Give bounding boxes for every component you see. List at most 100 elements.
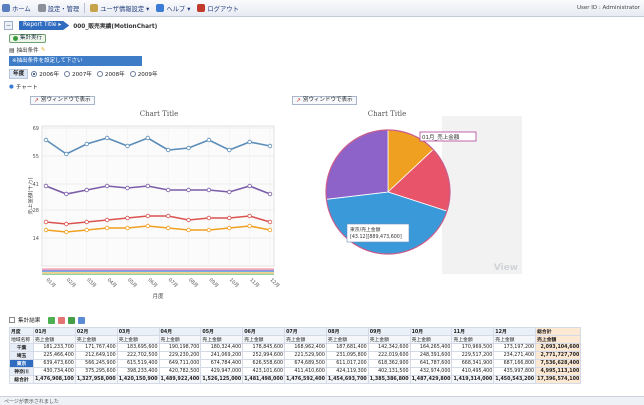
month-header: 09月 bbox=[367, 327, 411, 336]
data-point bbox=[206, 227, 212, 233]
y-tick-label: 55 bbox=[33, 154, 39, 160]
export-excel-icon[interactable] bbox=[68, 316, 76, 324]
month-header: 05月 bbox=[200, 327, 244, 336]
data-point bbox=[186, 217, 191, 223]
data-point bbox=[186, 187, 191, 193]
menu-item-4[interactable]: ログアウト bbox=[197, 4, 239, 13]
table-cell: 430,734,400 bbox=[33, 367, 76, 376]
region-name[interactable]: 東京 bbox=[9, 359, 34, 368]
y-axis-label: 売上金額(千万) bbox=[28, 177, 34, 214]
data-point bbox=[267, 143, 273, 149]
radio-circle[interactable] bbox=[64, 71, 71, 77]
table-cell: 168,962,400 bbox=[284, 343, 327, 352]
data-point bbox=[84, 141, 89, 147]
data-point bbox=[64, 221, 69, 227]
data-point bbox=[247, 223, 252, 229]
metric-header: 売上金額 bbox=[242, 335, 286, 344]
left-open-window-button[interactable]: ↗ 別ウィンドウで表示 bbox=[30, 96, 95, 105]
refresh-icon[interactable] bbox=[48, 316, 56, 324]
table-cell: 424,119,300 bbox=[325, 367, 369, 376]
report-title-tab[interactable]: Report Title ▸ bbox=[19, 21, 70, 30]
table-cell: 411,410,600 bbox=[284, 367, 327, 376]
radio-circle[interactable] bbox=[31, 71, 38, 77]
table-cell: 687,166,800 bbox=[493, 359, 537, 368]
radio-label: 2008年 bbox=[104, 72, 125, 78]
export-pdf-icon[interactable] bbox=[58, 316, 66, 324]
collapse-button[interactable]: − bbox=[4, 21, 13, 30]
data-point bbox=[64, 229, 69, 235]
data-point bbox=[227, 215, 232, 221]
total-cell: 1,419,314,000 bbox=[451, 375, 495, 384]
x-axis-label: 月度 bbox=[152, 292, 164, 300]
table-cell: 611,017,200 bbox=[325, 359, 369, 368]
year-radio-2006[interactable]: 2006年 bbox=[31, 70, 59, 78]
execute-button[interactable]: 集計実行 bbox=[9, 34, 47, 43]
total-cell: 1,487,429,800 bbox=[409, 375, 453, 384]
callout-top-label: 01月_売上金額 bbox=[422, 133, 460, 141]
year-label: 年度 bbox=[9, 69, 29, 79]
menu-item-label: ヘルプ ▾ bbox=[166, 5, 191, 13]
table-cell: 618,362,900 bbox=[367, 359, 411, 368]
print-icon[interactable] bbox=[78, 316, 86, 324]
table-cell: 566,245,900 bbox=[74, 359, 118, 368]
total-label: 総合計 bbox=[9, 375, 34, 384]
radio-circle[interactable] bbox=[96, 71, 103, 77]
table-cell: 229,230,200 bbox=[158, 351, 202, 360]
month-header: 03月 bbox=[116, 327, 160, 336]
data-point bbox=[206, 137, 212, 143]
year-radio-2008[interactable]: 2008年 bbox=[96, 70, 125, 78]
month-header: 11月 bbox=[451, 327, 495, 336]
callout-mid-value: [43.12][889,473,600] bbox=[350, 234, 402, 240]
grand-total-header: 総合計 bbox=[535, 327, 582, 336]
results-header: 集計結果 bbox=[9, 316, 86, 324]
region-name[interactable]: 千葉 bbox=[9, 343, 34, 352]
table-row: 東京 639,473,600 566,245,900 615,519,400 649,7… bbox=[9, 359, 582, 368]
radio-circle[interactable] bbox=[129, 71, 136, 77]
data-point bbox=[267, 219, 273, 225]
execute-label: 集計実行 bbox=[20, 35, 43, 41]
month-header: 07月 bbox=[284, 327, 327, 336]
y-tick-label: 69 bbox=[33, 126, 39, 132]
data-point bbox=[247, 139, 252, 145]
metric-header: 売上金額 bbox=[493, 335, 537, 344]
table-cell: 252,994,600 bbox=[242, 351, 286, 360]
table-cell: 674,784,400 bbox=[200, 359, 244, 368]
data-point bbox=[247, 213, 252, 219]
chart-section-toggle[interactable]: ● チャート bbox=[9, 83, 38, 91]
menu-item-3[interactable]: ヘルプ ▾ bbox=[156, 4, 190, 13]
results-checkbox[interactable] bbox=[9, 317, 15, 323]
table-cell: 649,711,000 bbox=[158, 359, 202, 368]
logout-icon bbox=[197, 4, 206, 12]
data-point bbox=[165, 187, 171, 193]
data-point bbox=[43, 227, 49, 233]
year-radio-2007[interactable]: 2007年 bbox=[64, 70, 92, 78]
table-cell: 241,069,200 bbox=[200, 351, 244, 360]
month-header: 12月 bbox=[493, 327, 537, 336]
right-open-window-button[interactable]: ↗ 別ウィンドウで表示 bbox=[292, 96, 357, 105]
table-cell: 212,649,100 bbox=[74, 351, 118, 360]
table-cell: 615,519,400 bbox=[116, 359, 160, 368]
metric-header: 売上金額 bbox=[284, 335, 327, 344]
data-point bbox=[125, 215, 130, 221]
menu-item-0[interactable]: ホーム bbox=[2, 4, 31, 13]
menu-item-1[interactable]: 設定・管理 bbox=[37, 4, 79, 13]
metric-header: 売上金額 bbox=[409, 335, 453, 344]
region-name[interactable]: 埼玉 bbox=[9, 351, 34, 360]
table-cell: 639,473,600 bbox=[33, 359, 76, 368]
pencil-icon[interactable]: ✎ bbox=[41, 47, 46, 53]
data-point bbox=[43, 137, 49, 143]
table-cell: 170,969,500 bbox=[451, 343, 495, 352]
menu-item-2[interactable]: ユーザ情報設定 ▾ bbox=[90, 4, 149, 13]
region-name[interactable]: 神奈川 bbox=[9, 367, 34, 376]
data-point bbox=[247, 183, 252, 189]
user-id-label: User ID : Administrator bbox=[577, 5, 640, 11]
metric-header: 売上金額 bbox=[325, 335, 369, 344]
data-point bbox=[206, 187, 212, 193]
data-point bbox=[104, 135, 110, 141]
condition-toggle[interactable]: ▤ 抽出条件 ✎ bbox=[9, 46, 46, 55]
chart-title: Chart Title bbox=[368, 110, 407, 118]
status-text: ページが表示されました bbox=[4, 398, 59, 405]
report-title-bar: − Report Title ▸ 000_販売実績(MotionChart) bbox=[0, 20, 644, 31]
data-point bbox=[104, 183, 110, 189]
year-radio-2009[interactable]: 2009年 bbox=[129, 70, 158, 78]
